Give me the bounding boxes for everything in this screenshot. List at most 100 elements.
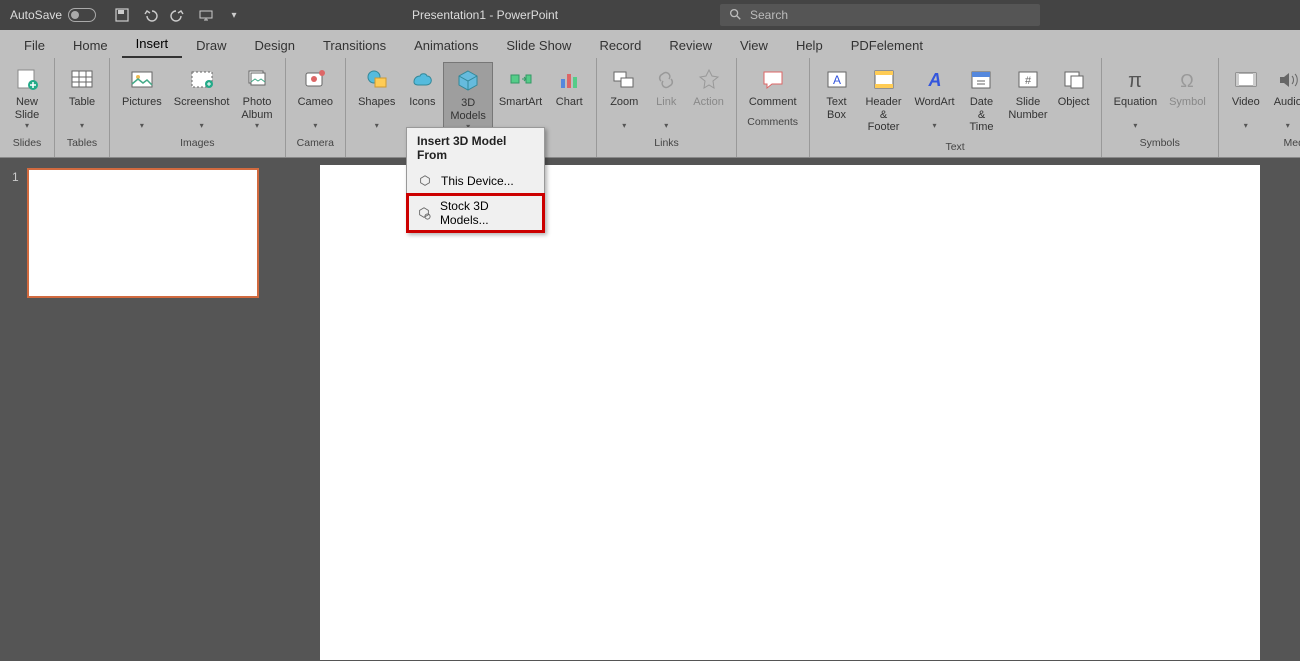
tab-animations[interactable]: Animations [400, 33, 492, 58]
audio-label: Audio [1274, 96, 1300, 109]
tab-view[interactable]: View [726, 33, 782, 58]
header-footer-label: Header & Footer [864, 96, 904, 134]
icons-button[interactable]: Icons [401, 62, 443, 134]
svg-text:π: π [1128, 70, 1142, 92]
group-media-label: Media [1219, 134, 1300, 153]
tab-slide-show[interactable]: Slide Show [492, 33, 585, 58]
table-icon [68, 66, 96, 94]
customize-qat-icon[interactable]: ▾ [226, 7, 242, 23]
link-icon [652, 66, 680, 94]
cameo-icon [301, 66, 329, 94]
stock-3d-models-item[interactable]: Stock 3D Models... [407, 194, 544, 232]
tab-pdfelement[interactable]: PDFelement [837, 33, 937, 58]
search-placeholder: Search [750, 8, 788, 22]
chart-button[interactable]: Chart [548, 62, 590, 134]
redo-icon[interactable] [170, 7, 186, 23]
tab-draw[interactable]: Draw [182, 33, 240, 58]
save-icon[interactable] [114, 7, 130, 23]
audio-icon [1274, 66, 1300, 94]
slide-number-label: Slide Number [1008, 96, 1047, 121]
pictures-button[interactable]: Pictures▾ [116, 62, 168, 132]
icons-icon [408, 66, 436, 94]
svg-text:A: A [927, 70, 941, 90]
tab-design[interactable]: Design [241, 33, 309, 58]
start-from-beginning-icon[interactable] [198, 7, 214, 23]
object-icon [1060, 66, 1088, 94]
group-comments-label: Comments [737, 113, 809, 132]
smartart-button[interactable]: SmartArt [493, 62, 548, 134]
cameo-label: Cameo [298, 96, 333, 109]
photo-album-button[interactable]: Photo Album▾ [235, 62, 278, 132]
symbol-icon: Ω [1173, 66, 1201, 94]
group-links-label: Links [597, 134, 736, 153]
text-box-button[interactable]: A Text Box [816, 62, 858, 136]
stock-models-label: Stock 3D Models... [440, 199, 534, 227]
action-label: Action [693, 96, 724, 109]
tab-insert[interactable]: Insert [122, 31, 183, 58]
date-time-icon [967, 66, 995, 94]
slide-editor[interactable] [280, 158, 1300, 661]
symbol-label: Symbol [1169, 96, 1206, 109]
audio-button[interactable]: Audio▾ [1267, 62, 1300, 132]
svg-text:Ω: Ω [1181, 71, 1194, 91]
text-box-icon: A [823, 66, 851, 94]
slide-number-icon: # [1014, 66, 1042, 94]
this-device-label: This Device... [441, 174, 514, 188]
tab-review[interactable]: Review [655, 33, 726, 58]
link-label: Link [656, 96, 676, 109]
search-input[interactable]: Search [720, 4, 1040, 26]
equation-label: Equation [1114, 96, 1157, 109]
tab-help[interactable]: Help [782, 33, 837, 58]
tab-file[interactable]: File [10, 33, 59, 58]
comment-button[interactable]: Comment [743, 62, 803, 111]
zoom-button[interactable]: Zoom▾ [603, 62, 645, 132]
group-tables-label: Tables [55, 134, 109, 153]
equation-button[interactable]: π Equation▾ [1108, 62, 1163, 132]
tab-home[interactable]: Home [59, 33, 122, 58]
group-text-label: Text [810, 138, 1101, 157]
3d-models-button[interactable]: 3D Models▾ [443, 62, 492, 134]
zoom-icon [610, 66, 638, 94]
link-button: Link▾ [645, 62, 687, 132]
object-button[interactable]: Object [1053, 62, 1095, 136]
header-footer-button[interactable]: Header & Footer [858, 62, 910, 136]
slide-thumbnail-panel: 1 [0, 158, 280, 661]
this-device-item[interactable]: This Device... [407, 168, 544, 194]
tab-record[interactable]: Record [585, 33, 655, 58]
shapes-button[interactable]: Shapes▾ [352, 62, 401, 134]
search-icon [728, 7, 742, 24]
comment-icon [759, 66, 787, 94]
shapes-label: Shapes [358, 96, 395, 109]
window-title: Presentation1 - PowerPoint [250, 8, 720, 22]
table-label: Table [69, 96, 95, 109]
zoom-label: Zoom [610, 96, 638, 109]
new-slide-button[interactable]: New Slide▾ [6, 62, 48, 132]
screenshot-button[interactable]: Screenshot▾ [168, 62, 236, 132]
screenshot-label: Screenshot [174, 96, 230, 109]
pictures-icon [128, 66, 156, 94]
this-device-icon [417, 173, 433, 189]
tab-transitions[interactable]: Transitions [309, 33, 400, 58]
autosave-toggle[interactable] [68, 8, 96, 22]
smartart-icon [507, 66, 535, 94]
object-label: Object [1058, 96, 1090, 109]
date-time-button[interactable]: Date & Time [960, 62, 1004, 136]
smartart-label: SmartArt [499, 96, 542, 109]
header-footer-icon [870, 66, 898, 94]
svg-text:A: A [833, 73, 841, 87]
wordart-button[interactable]: A WordArt▾ [910, 62, 960, 136]
group-camera-label: Camera [286, 134, 345, 153]
slide-canvas[interactable] [320, 165, 1260, 660]
slide-thumbnail[interactable] [27, 168, 259, 298]
undo-icon[interactable] [142, 7, 158, 23]
cameo-button[interactable]: Cameo▾ [292, 62, 339, 132]
date-time-label: Date & Time [966, 96, 998, 134]
video-button[interactable]: Video▾ [1225, 62, 1267, 132]
icons-label: Icons [409, 96, 435, 109]
table-button[interactable]: Table▾ [61, 62, 103, 132]
stock-models-icon [417, 205, 432, 221]
photo-album-label: Photo Album [241, 96, 272, 121]
shapes-icon [363, 66, 391, 94]
chart-label: Chart [556, 96, 583, 109]
slide-number-button[interactable]: # Slide Number [1003, 62, 1052, 136]
